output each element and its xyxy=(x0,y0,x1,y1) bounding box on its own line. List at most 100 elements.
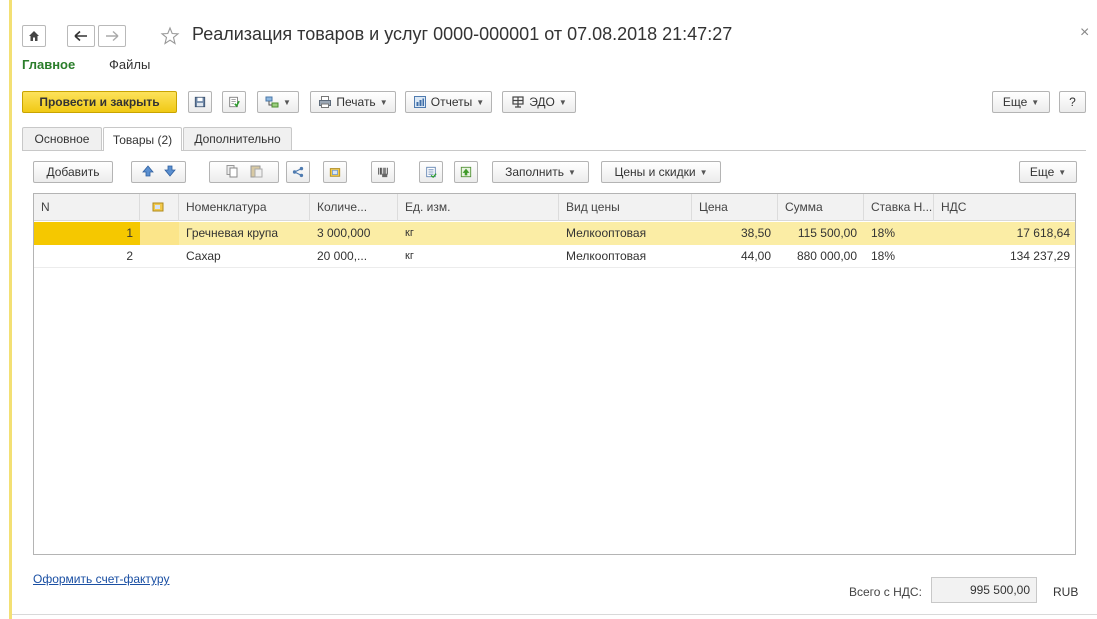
report-icon xyxy=(413,96,426,108)
more-label: Еще xyxy=(1002,95,1028,109)
col-header-vat[interactable]: НДС xyxy=(934,194,1075,221)
folder-icon xyxy=(329,168,341,177)
window-bottom-border xyxy=(12,614,1097,615)
help-button[interactable]: ? xyxy=(1059,91,1086,113)
edo-label: ЭДО xyxy=(529,95,555,109)
total-label: Всего с НДС: xyxy=(849,585,922,599)
col-header-price-type[interactable]: Вид цены xyxy=(559,194,692,221)
add-row-button[interactable]: Добавить xyxy=(33,161,113,183)
back-button[interactable] xyxy=(67,25,95,47)
cell-price-type: Мелкооптовая xyxy=(566,249,647,263)
fill-label: Заполнить xyxy=(505,165,564,179)
col-header-item[interactable]: Номенклатура xyxy=(179,194,310,221)
share-icon xyxy=(292,166,304,178)
copy-button[interactable] xyxy=(225,164,239,181)
cell-price: 38,50 xyxy=(740,226,771,240)
list-icon xyxy=(426,166,437,179)
cell-n: 1 xyxy=(34,222,140,245)
table-header: N Номенклатура Количе... Ед. изм. Вид це… xyxy=(34,194,1075,221)
move-down-button[interactable] xyxy=(163,164,177,181)
share-button[interactable] xyxy=(286,161,310,183)
col-header-price[interactable]: Цена xyxy=(692,194,778,221)
goods-table[interactable]: N Номенклатура Количе... Ед. изм. Вид це… xyxy=(33,193,1076,555)
total-currency: RUB xyxy=(1053,585,1079,599)
cell-unit: кг xyxy=(405,227,414,239)
post-and-close-button[interactable]: Провести и закрыть xyxy=(22,91,177,113)
create-invoice-link[interactable]: Оформить счет-фактуру xyxy=(33,572,169,586)
barcode-icon xyxy=(378,167,388,178)
save-icon xyxy=(194,96,206,108)
move-up-icon xyxy=(141,164,154,176)
home-button[interactable] xyxy=(22,25,46,47)
cell-item: Гречневая крупа xyxy=(186,226,279,240)
clipboard-buttons xyxy=(209,161,279,183)
more-dropdown[interactable]: Еще ▼ xyxy=(992,91,1050,113)
structure-dropdown[interactable]: ▼ xyxy=(257,91,299,113)
cell-qty: 3 000,000 xyxy=(317,226,371,240)
forward-button[interactable] xyxy=(98,25,126,47)
col-header-vat-rate[interactable]: Ставка Н... xyxy=(864,194,934,221)
prices-label: Цены и скидки xyxy=(614,165,696,179)
chevron-down-icon: ▼ xyxy=(1031,97,1040,107)
star-icon xyxy=(160,26,180,45)
reports-label: Отчеты xyxy=(430,95,473,109)
table-row[interactable]: 2 Сахар 20 000,... кг Мелкооптовая 44,00… xyxy=(34,245,1075,268)
table-more-label: Еще xyxy=(1029,165,1055,179)
table-row[interactable]: 1 Гречневая крупа 3 000,000 кг Мелкоопто… xyxy=(34,222,1075,245)
barcode-button[interactable] xyxy=(371,161,395,183)
table-more-dropdown[interactable]: Еще ▼ xyxy=(1019,161,1077,183)
list-button[interactable] xyxy=(419,161,443,183)
cell-price: 44,00 xyxy=(740,249,771,263)
section-files[interactable]: Файлы xyxy=(109,57,150,72)
section-main[interactable]: Главное xyxy=(22,57,75,72)
col-header-sum[interactable]: Сумма xyxy=(778,194,864,221)
reports-dropdown[interactable]: Отчеты ▼ xyxy=(405,91,492,113)
chevron-down-icon: ▼ xyxy=(558,97,567,107)
chevron-down-icon: ▼ xyxy=(1058,167,1067,177)
tab-main[interactable]: Основное xyxy=(22,127,102,150)
printer-icon xyxy=(319,96,332,108)
fill-dropdown[interactable]: Заполнить ▼ xyxy=(492,161,589,183)
window-left-accent xyxy=(9,0,12,619)
move-up-button[interactable] xyxy=(141,164,155,181)
cell-vat-rate: 18% xyxy=(871,249,896,263)
cell-flag xyxy=(140,222,179,245)
cell-unit: кг xyxy=(405,250,414,262)
back-arrow-icon xyxy=(74,30,87,42)
import-icon xyxy=(460,166,472,178)
post-icon xyxy=(229,96,240,108)
structure-icon xyxy=(265,96,279,108)
tab-additional[interactable]: Дополнительно xyxy=(183,127,292,150)
tab-goods[interactable]: Товары (2) xyxy=(103,127,182,151)
home-icon xyxy=(29,31,39,41)
col-header-n[interactable]: N xyxy=(34,194,140,221)
col-header-qty[interactable]: Количе... xyxy=(310,194,398,221)
print-dropdown[interactable]: Печать ▼ xyxy=(310,91,396,113)
move-buttons xyxy=(131,161,186,183)
close-button[interactable]: × xyxy=(1080,24,1089,42)
chevron-down-icon: ▼ xyxy=(699,167,708,177)
cell-qty: 20 000,... xyxy=(317,249,368,263)
move-down-icon xyxy=(163,165,176,177)
edo-icon xyxy=(512,96,524,108)
edo-dropdown[interactable]: ЭДО ▼ xyxy=(502,91,576,113)
total-value: 995 500,00 xyxy=(931,577,1037,603)
save-button[interactable] xyxy=(188,91,212,113)
chevron-down-icon: ▼ xyxy=(379,97,388,107)
forward-arrow-icon xyxy=(106,30,119,42)
paste-button[interactable] xyxy=(249,164,263,181)
folder-icon xyxy=(152,202,164,212)
col-header-unit[interactable]: Ед. изм. xyxy=(398,194,559,221)
prices-discounts-dropdown[interactable]: Цены и скидки ▼ xyxy=(601,161,721,183)
post-button[interactable] xyxy=(222,91,246,113)
cell-flag xyxy=(140,245,179,268)
folder-button[interactable] xyxy=(323,161,347,183)
cell-vat: 17 618,64 xyxy=(1016,226,1070,240)
cell-sum: 880 000,00 xyxy=(796,249,857,263)
cell-sum: 115 500,00 xyxy=(797,226,857,240)
cell-vat: 134 237,29 xyxy=(1009,249,1070,263)
cell-price-type: Мелкооптовая xyxy=(566,226,647,240)
favorite-star-button[interactable] xyxy=(160,26,180,46)
col-header-flag[interactable] xyxy=(140,194,179,221)
import-button[interactable] xyxy=(454,161,478,183)
